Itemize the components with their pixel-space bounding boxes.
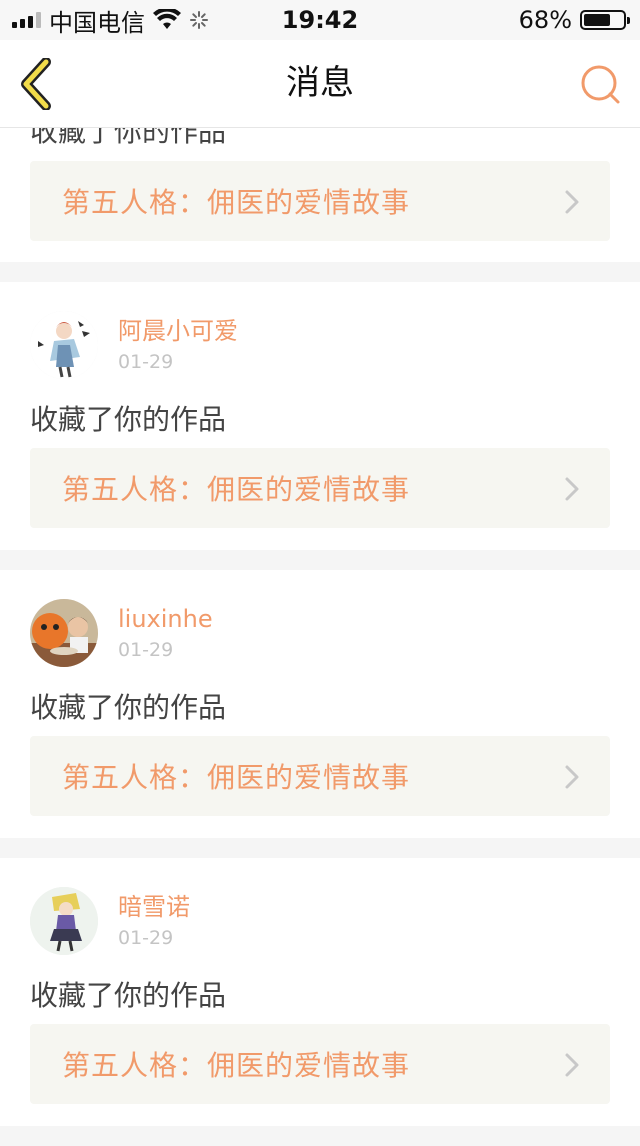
- message-feed[interactable]: 收藏了你的作品 第五人格：佣医的爱情故事 阿晨小可爱 01-29 收藏了你的作品…: [0, 115, 640, 1146]
- message-card: 暗雪诺 01-29 收藏了你的作品 第五人格：佣医的爱情故事: [0, 858, 640, 1126]
- username[interactable]: 阿晨小可爱: [118, 316, 238, 346]
- username[interactable]: liuxinhe: [118, 604, 213, 634]
- work-title: 第五人格：佣医的爱情故事: [62, 186, 411, 219]
- divider: [0, 838, 640, 858]
- work-link[interactable]: 第五人格：佣医的爱情故事: [30, 448, 610, 528]
- chevron-right-icon: [565, 477, 579, 501]
- avatar[interactable]: [30, 311, 98, 379]
- status-right: 68%: [518, 0, 630, 40]
- user-row[interactable]: liuxinhe 01-29: [30, 598, 213, 668]
- user-meta: 阿晨小可爱 01-29: [118, 316, 238, 374]
- chevron-right-icon: [565, 190, 579, 214]
- work-title: 第五人格：佣医的爱情故事: [62, 473, 411, 506]
- work-title: 第五人格：佣医的爱情故事: [62, 1049, 411, 1082]
- work-link[interactable]: 第五人格：佣医的爱情故事: [30, 736, 610, 816]
- battery-percent: 68%: [518, 6, 572, 34]
- chevron-right-icon: [565, 1053, 579, 1077]
- message-date: 01-29: [118, 927, 174, 949]
- chevron-right-icon: [565, 765, 579, 789]
- avatar-image: [30, 887, 98, 955]
- avatar-image: [30, 599, 98, 667]
- avatar[interactable]: [30, 599, 98, 667]
- message-date: 01-29: [118, 351, 174, 373]
- divider: [0, 550, 640, 570]
- divider: [0, 1126, 640, 1146]
- work-link[interactable]: 第五人格：佣医的爱情故事: [30, 161, 610, 241]
- message-card: 收藏了你的作品 第五人格：佣医的爱情故事: [0, 115, 640, 262]
- avatar-image: [30, 311, 98, 379]
- message-card: liuxinhe 01-29 收藏了你的作品 第五人格：佣医的爱情故事: [0, 570, 640, 838]
- user-meta: liuxinhe 01-29: [118, 604, 213, 662]
- user-meta: 暗雪诺 01-29: [118, 892, 190, 950]
- message-action: 收藏了你的作品: [30, 979, 227, 1012]
- search-icon[interactable]: [580, 64, 622, 106]
- nav-bar: 消息: [0, 40, 640, 128]
- user-row[interactable]: 暗雪诺 01-29: [30, 886, 190, 956]
- message-card: 阿晨小可爱 01-29 收藏了你的作品 第五人格：佣医的爱情故事: [0, 282, 640, 550]
- battery-icon: [580, 10, 630, 30]
- page-title: 消息: [286, 63, 354, 103]
- status-bar: 中国电信 19:42 68%: [0, 0, 640, 40]
- user-row[interactable]: 阿晨小可爱 01-29: [30, 310, 238, 380]
- avatar[interactable]: [30, 887, 98, 955]
- work-link[interactable]: 第五人格：佣医的爱情故事: [30, 1024, 610, 1104]
- message-action: 收藏了你的作品: [30, 691, 227, 724]
- work-title: 第五人格：佣医的爱情故事: [62, 761, 411, 794]
- message-action: 收藏了你的作品: [30, 403, 227, 436]
- username[interactable]: 暗雪诺: [118, 892, 190, 922]
- battery-fill: [584, 14, 610, 26]
- divider: [0, 262, 640, 282]
- message-date: 01-29: [118, 639, 174, 661]
